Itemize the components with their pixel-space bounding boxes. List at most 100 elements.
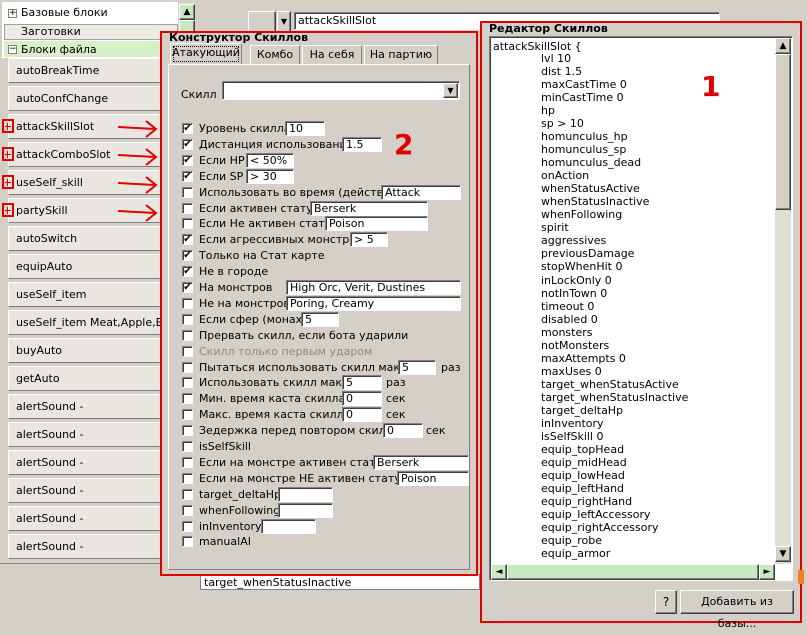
row-value-field[interactable]: > 5 [350,232,388,248]
row-checkbox[interactable]: ✔ [182,123,193,134]
row-value-field[interactable] [278,486,333,502]
row-value-field[interactable]: > 30 [246,168,294,184]
row-checkbox[interactable]: ✔ [182,282,193,293]
block-item[interactable]: useSelf_item [8,282,168,307]
block-item[interactable]: alertSound - [8,478,168,503]
tab-2[interactable]: На себя [302,45,362,65]
row-value-field[interactable]: 1.5 [342,136,382,152]
row-checkbox[interactable] [182,345,193,357]
row-label: Если сфер (монах) [199,312,307,326]
tree-base-blocks[interactable]: Базовые блоки [21,6,108,19]
tab-1[interactable]: Комбо [250,45,300,65]
block-item[interactable]: equipAuto [8,254,168,279]
collapse-file-icon[interactable]: − [8,45,17,54]
editor-scroll-thumb[interactable] [775,54,791,210]
editor-line: sp > 10 [541,117,584,131]
row-checkbox[interactable] [182,297,193,309]
scroll-up-button[interactable]: ▲ [179,4,195,20]
row-checkbox[interactable] [182,393,193,405]
editor-hscroll-thumb[interactable] [507,564,759,580]
row-value-field[interactable]: < 50% [246,152,294,168]
expand-block-icon[interactable] [2,203,14,217]
row-checkbox[interactable] [182,504,193,516]
row-value-field[interactable]: 0 [342,391,382,407]
expand-block-icon[interactable] [2,175,14,189]
row-value-field[interactable]: 10 [285,121,325,136]
row-value-field[interactable]: Poison [397,470,469,486]
row-checkbox[interactable] [182,425,193,437]
row-suffix: раз [441,360,461,374]
editor-line: equip_midHead [541,455,627,469]
row-checkbox[interactable] [182,361,193,373]
row-checkbox[interactable] [182,218,193,230]
row-value-field[interactable]: 5 [301,311,339,327]
editor-scroll-up-button[interactable]: ▲ [775,38,791,54]
row-value-field[interactable]: Attack [381,184,461,200]
row-checkbox[interactable] [182,202,193,214]
row-value-field[interactable]: 0 [342,407,382,423]
row-checkbox[interactable] [182,520,193,532]
expand-block-icon[interactable] [2,147,14,161]
row-label: Использовать во время (действие) [199,185,402,199]
block-item[interactable]: useSelf_item Meat,Apple,Banana [8,310,168,335]
row-value-field[interactable]: Berserk [310,200,428,216]
row-value-field[interactable]: Poison [325,216,428,232]
row-checkbox[interactable]: ✔ [182,266,193,278]
block-item[interactable]: alertSound - [8,394,168,419]
row-checkbox[interactable] [182,186,193,198]
row-checkbox[interactable] [182,313,193,325]
row-value-field[interactable] [278,502,333,518]
row-checkbox[interactable] [182,329,193,341]
block-item[interactable]: autoSwitch [8,226,168,251]
row-value-field[interactable]: 5 [398,359,436,375]
tab-3[interactable]: На партию [364,45,438,65]
editor-scroll-right-button[interactable]: ► [759,564,775,580]
block-item[interactable]: alertSound - [8,422,168,447]
block-item[interactable]: alertSound - [8,506,168,531]
toolbar-button[interactable] [248,11,276,33]
block-item[interactable]: autoBreakTime [8,58,168,83]
row-label: Если SP [199,169,244,183]
row-value-field[interactable] [261,518,316,534]
row-value-field[interactable]: 0 [383,423,423,439]
row-value-field[interactable]: Berserk [373,454,469,470]
row-label: Если на монстре НЕ активен статус [199,471,407,485]
tab-0[interactable]: Атакующий [170,43,242,65]
editor-textarea[interactable] [489,36,793,581]
editor-line: aggressives [541,234,607,248]
row-value-field[interactable]: High Orc, Verit, Dustines [286,280,461,295]
skill-select[interactable] [222,81,460,100]
toolbar-dropdown-button[interactable]: ▼ [277,11,291,33]
skill-select-arrow-icon[interactable]: ▼ [443,83,458,98]
row-checkbox[interactable]: ✔ [182,138,193,150]
help-button[interactable]: ? [655,590,677,614]
block-item[interactable]: autoConfChange [8,86,168,111]
row-label: Скилл только первым ударом [199,344,373,358]
add-from-database-button[interactable]: Добавить из базы... [680,590,794,630]
row-checkbox[interactable]: ✔ [182,170,193,182]
editor-scroll-left-button[interactable]: ◄ [491,564,507,580]
expand-base-icon[interactable]: + [8,9,17,18]
editor-scroll-down-button[interactable]: ▼ [775,546,791,562]
editor-title: Редактор Скиллов [489,22,608,35]
row-checkbox[interactable] [182,441,193,452]
editor-line: lvl 10 [541,52,572,65]
row-value-field[interactable]: 5 [342,375,382,391]
block-item[interactable]: alertSound - [8,450,168,475]
block-item[interactable]: buyAuto [8,338,168,363]
row-value-field[interactable]: Poring, Creamy [286,295,461,311]
row-checkbox[interactable] [182,409,193,421]
block-item[interactable]: getAuto [8,366,168,391]
row-checkbox[interactable]: ✔ [182,234,193,246]
row-checkbox[interactable] [182,536,193,548]
expand-block-icon[interactable] [2,119,14,133]
row-checkbox[interactable] [182,472,193,484]
annotation-arrows [117,120,158,222]
row-checkbox[interactable]: ✔ [182,250,193,262]
row-checkbox[interactable] [182,488,193,500]
row-checkbox[interactable]: ✔ [182,154,193,166]
row-checkbox[interactable] [182,377,193,389]
row-checkbox[interactable] [182,456,193,468]
editor-line: equip_robe [541,534,603,548]
block-item[interactable]: alertSound - [8,534,168,559]
